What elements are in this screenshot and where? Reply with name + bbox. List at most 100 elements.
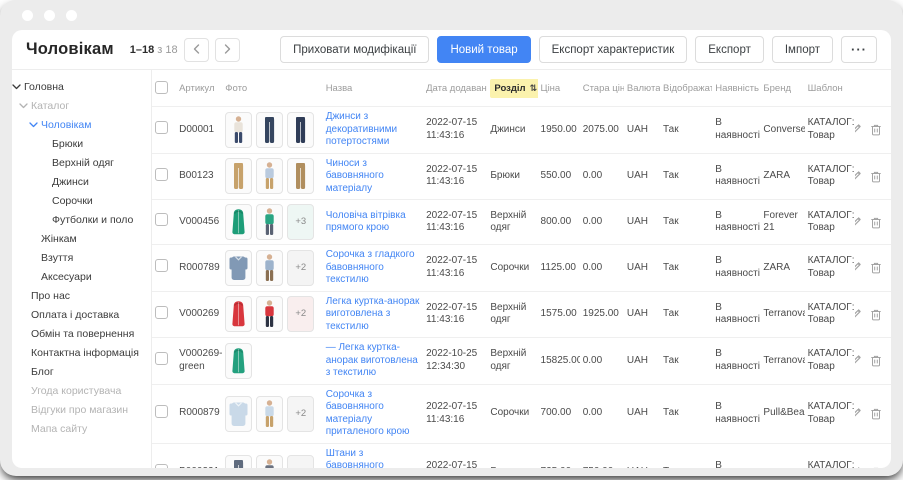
column-header-sku[interactable]: Артикул xyxy=(176,70,222,107)
product-name-link[interactable]: Сорочка з гладкого бавовняного текстилю xyxy=(326,249,420,287)
more-photos-badge[interactable]: +3 xyxy=(287,204,314,240)
photos-cell: +2 xyxy=(222,245,322,292)
more-photos-badge[interactable]: +2 xyxy=(287,396,314,432)
sidebar-item[interactable]: Відгуки про магазин xyxy=(12,400,151,419)
product-name-link[interactable]: Сорочка з бавовняного матеріалу притален… xyxy=(326,389,420,439)
sidebar-item[interactable]: Верхній одяг xyxy=(12,153,151,172)
next-page-button[interactable] xyxy=(215,38,240,62)
new-product-button[interactable]: Новий товар xyxy=(437,36,530,63)
column-header-photos[interactable]: Фото xyxy=(222,70,322,107)
delete-icon[interactable] xyxy=(870,466,882,468)
edit-icon[interactable] xyxy=(855,261,862,274)
sort-icon[interactable]: ⇅ xyxy=(530,83,538,94)
sidebar-item-label: Угода користувача xyxy=(31,385,121,397)
row-checkbox[interactable] xyxy=(155,168,168,181)
edit-icon[interactable] xyxy=(855,308,862,321)
delete-icon[interactable] xyxy=(870,407,882,420)
product-photo[interactable] xyxy=(225,343,252,379)
delete-icon[interactable] xyxy=(870,308,882,321)
column-header-section[interactable]: Розділ⇅ xyxy=(487,70,537,107)
delete-icon[interactable] xyxy=(870,170,882,183)
row-checkbox[interactable] xyxy=(155,121,168,134)
export-characteristics-button[interactable]: Експорт характеристик xyxy=(539,36,688,63)
delete-icon[interactable] xyxy=(870,354,882,367)
row-checkbox[interactable] xyxy=(155,259,168,272)
more-photos-badge[interactable]: +2 xyxy=(287,296,314,332)
row-checkbox[interactable] xyxy=(155,405,168,418)
row-checkbox[interactable] xyxy=(155,464,168,468)
sidebar-item[interactable]: Оплата і доставка xyxy=(12,305,151,324)
sidebar-item[interactable]: Джинси xyxy=(12,172,151,191)
sidebar-item[interactable]: Брюки xyxy=(12,134,151,153)
sidebar-item[interactable]: Чоловікам xyxy=(12,115,151,134)
delete-icon[interactable] xyxy=(870,261,882,274)
sidebar-item[interactable]: Головна xyxy=(12,77,151,96)
product-photo[interactable] xyxy=(256,455,283,469)
edit-icon[interactable] xyxy=(855,354,862,367)
more-photos-badge[interactable]: +2 xyxy=(287,250,314,286)
sidebar-item[interactable]: Аксесуари xyxy=(12,267,151,286)
column-header-currency[interactable]: Валюта xyxy=(624,70,660,107)
column-header-display[interactable]: Відображати xyxy=(660,70,712,107)
column-header-date[interactable]: Дата додавання xyxy=(423,70,487,107)
export-button[interactable]: Експорт xyxy=(695,36,764,63)
product-name-link[interactable]: Чоловіча вітрівка прямого крою xyxy=(326,210,420,235)
product-photo[interactable] xyxy=(256,396,283,432)
sidebar-item[interactable]: Мапа сайту xyxy=(12,419,151,438)
column-header-name[interactable]: Назва xyxy=(323,70,423,107)
product-photo[interactable] xyxy=(287,112,314,148)
product-photo[interactable] xyxy=(225,112,252,148)
product-photo[interactable] xyxy=(256,158,283,194)
product-name-link[interactable]: — Легка куртка-анорак виготовлена з текс… xyxy=(326,342,420,380)
row-checkbox[interactable] xyxy=(155,213,168,226)
sidebar-item[interactable]: Футболки и поло xyxy=(12,210,151,229)
edit-icon[interactable] xyxy=(855,216,862,229)
edit-icon[interactable] xyxy=(855,407,862,420)
import-button[interactable]: Імпорт xyxy=(772,36,833,63)
product-photo[interactable] xyxy=(225,158,252,194)
hide-modifications-button[interactable]: Приховати модифікації xyxy=(280,36,429,63)
sidebar-item[interactable]: Взуття xyxy=(12,248,151,267)
product-photo[interactable] xyxy=(225,396,252,432)
delete-icon[interactable] xyxy=(870,123,882,136)
window-dot[interactable] xyxy=(66,10,77,21)
window-dot[interactable] xyxy=(44,10,55,21)
select-all-checkbox[interactable] xyxy=(155,81,168,94)
edit-icon[interactable] xyxy=(855,123,862,136)
sidebar-item[interactable]: Контактна інформація xyxy=(12,343,151,362)
delete-icon[interactable] xyxy=(870,216,882,229)
sidebar-item[interactable]: Про нас xyxy=(12,286,151,305)
product-photo[interactable] xyxy=(287,158,314,194)
window-dot[interactable] xyxy=(22,10,33,21)
more-actions-button[interactable]: ··· xyxy=(841,36,877,63)
column-header-old_price[interactable]: Стара ціна xyxy=(580,70,624,107)
product-photo[interactable] xyxy=(225,296,252,332)
column-header-template[interactable]: Шаблон xyxy=(805,70,855,107)
column-header-brand[interactable]: Бренд xyxy=(760,70,804,107)
product-photo[interactable] xyxy=(256,250,283,286)
column-header-price[interactable]: Ціна xyxy=(538,70,580,107)
more-photos-badge[interactable]: +2 xyxy=(287,455,314,469)
product-photo[interactable] xyxy=(256,112,283,148)
sidebar-item[interactable]: Сорочки xyxy=(12,191,151,210)
product-name-link[interactable]: Штани з бавовняного матеріалу прямого кр… xyxy=(326,448,420,469)
product-photo[interactable] xyxy=(225,250,252,286)
column-header-availability[interactable]: Наявність xyxy=(712,70,760,107)
product-name-link[interactable]: Легка куртка-анорак виготовлена з тексти… xyxy=(326,296,420,334)
sidebar-item[interactable]: Каталог xyxy=(12,96,151,115)
product-photo[interactable] xyxy=(256,296,283,332)
row-checkbox[interactable] xyxy=(155,306,168,319)
sidebar-item[interactable]: Угода користувача xyxy=(12,381,151,400)
sidebar-item[interactable]: Жінкам xyxy=(12,229,151,248)
product-photo[interactable] xyxy=(256,204,283,240)
sidebar-item[interactable]: Блог xyxy=(12,362,151,381)
edit-icon[interactable] xyxy=(855,170,862,183)
product-name-link[interactable]: Чиноси з бавовняного матеріалу xyxy=(326,158,420,196)
edit-icon[interactable] xyxy=(855,466,862,468)
prev-page-button[interactable] xyxy=(184,38,209,62)
product-name-link[interactable]: Джинси з декоративними потертостями xyxy=(326,111,420,149)
product-photo[interactable] xyxy=(225,455,252,469)
row-checkbox[interactable] xyxy=(155,352,168,365)
product-photo[interactable] xyxy=(225,204,252,240)
sidebar-item[interactable]: Обмін та повернення xyxy=(12,324,151,343)
